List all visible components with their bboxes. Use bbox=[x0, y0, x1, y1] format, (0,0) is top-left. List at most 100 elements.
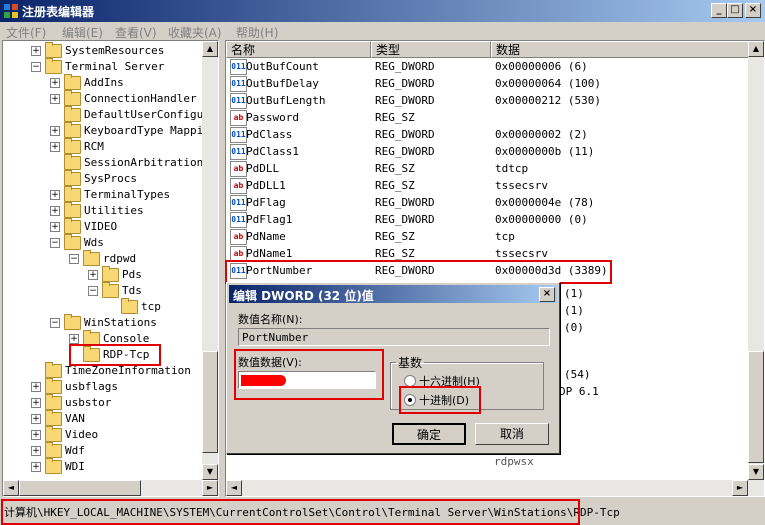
expand-icon[interactable]: + bbox=[50, 142, 60, 152]
value-row[interactable]: ab PdName1 REG_SZ tssecsrv bbox=[226, 245, 746, 262]
value-row[interactable]: ab PdDLL REG_SZ tdtcp bbox=[226, 160, 746, 177]
tree-item[interactable]: + TerminalTypes bbox=[3, 186, 201, 203]
scroll-left-icon[interactable]: ◄ bbox=[226, 480, 242, 496]
expand-icon[interactable]: + bbox=[31, 446, 41, 456]
expand-icon[interactable]: + bbox=[31, 462, 41, 472]
tree-item[interactable]: + Pds bbox=[3, 266, 201, 283]
expand-icon[interactable]: + bbox=[31, 46, 41, 56]
tree-item[interactable]: + usbflags bbox=[3, 378, 201, 395]
ok-button[interactable]: 确定 bbox=[392, 423, 466, 445]
value-row[interactable]: 011 OutBufLength REG_DWORD 0x00000212 (530) bbox=[226, 92, 746, 109]
value-row[interactable]: 011 PortNumber REG_DWORD 0x00000d3d (3389) bbox=[226, 262, 746, 279]
hex-label[interactable]: 十六进制(H) bbox=[419, 373, 480, 389]
minimize-button[interactable]: _ bbox=[711, 3, 727, 18]
scroll-up-icon[interactable]: ▲ bbox=[202, 41, 218, 57]
key-tree[interactable]: + SystemResources − Terminal Server + AddIns +… bbox=[2, 40, 219, 497]
expand-icon[interactable]: + bbox=[50, 78, 60, 88]
scroll-right-icon[interactable]: ► bbox=[202, 480, 218, 496]
expand-icon[interactable]: + bbox=[50, 222, 60, 232]
tree-item[interactable]: DefaultUserConfigur bbox=[3, 106, 210, 123]
expand-icon[interactable]: + bbox=[50, 94, 60, 104]
value-row[interactable]: 011 OutBufDelay REG_DWORD 0x00000064 (100) bbox=[226, 75, 746, 92]
tree-item[interactable]: + Console bbox=[3, 330, 201, 347]
hex-radio[interactable] bbox=[404, 375, 416, 387]
folder-icon bbox=[45, 42, 62, 58]
tree-item[interactable]: + AddIns bbox=[3, 74, 201, 91]
expand-icon[interactable]: + bbox=[88, 270, 98, 280]
tree-item[interactable]: tcp bbox=[3, 298, 201, 315]
tree-item[interactable]: − Tds bbox=[3, 282, 201, 299]
tree-item[interactable]: + Video bbox=[3, 426, 201, 443]
value-row[interactable]: 011 PdFlag1 REG_DWORD 0x00000000 (0) bbox=[226, 211, 746, 228]
tree-item[interactable]: + WDI bbox=[3, 458, 201, 475]
scroll-up-icon[interactable]: ▲ bbox=[748, 41, 764, 57]
scroll-thumb-h[interactable] bbox=[19, 480, 141, 496]
value-name: PdDLL1 bbox=[246, 179, 286, 192]
column-header-name[interactable]: 名称 bbox=[226, 41, 371, 58]
decimal-radio[interactable] bbox=[404, 394, 416, 406]
value-row[interactable]: 011 PdFlag REG_DWORD 0x0000004e (78) bbox=[226, 194, 746, 211]
collapse-icon[interactable]: − bbox=[31, 62, 41, 72]
value-row[interactable]: ab PdName REG_SZ tcp bbox=[226, 228, 746, 245]
value-row[interactable]: ab Password REG_SZ bbox=[226, 109, 746, 126]
column-header-data[interactable]: 数据 bbox=[491, 41, 749, 58]
tree-item[interactable]: + VIDEO bbox=[3, 218, 201, 235]
value-row[interactable]: 011 OutBufCount REG_DWORD 0x00000006 (6) bbox=[226, 58, 746, 75]
tree-item[interactable]: + Wdf bbox=[3, 442, 201, 459]
tree-item[interactable]: − rdpwd bbox=[3, 250, 201, 267]
collapse-icon[interactable]: − bbox=[50, 238, 60, 248]
scroll-thumb[interactable] bbox=[202, 351, 218, 453]
scroll-down-icon[interactable]: ▼ bbox=[202, 464, 218, 480]
tree-item[interactable]: + KeyboardType Mappin bbox=[3, 122, 210, 139]
tree-item[interactable]: − WinStations bbox=[3, 314, 201, 331]
scroll-right-icon[interactable]: ► bbox=[732, 480, 748, 496]
tree-item[interactable]: + VAN bbox=[3, 410, 201, 427]
tree-horizontal-scrollbar[interactable]: ◄ ► bbox=[3, 480, 218, 496]
collapse-icon[interactable]: − bbox=[69, 254, 79, 264]
expand-icon[interactable]: + bbox=[50, 126, 60, 136]
expand-icon[interactable]: + bbox=[50, 206, 60, 216]
tree-item[interactable]: TimeZoneInformation bbox=[3, 362, 201, 379]
menu-edit[interactable]: 编辑(E) bbox=[62, 24, 103, 41]
decimal-label[interactable]: 十进制(D) bbox=[419, 392, 469, 408]
value-data-input[interactable] bbox=[238, 371, 376, 389]
menu-favorites[interactable]: 收藏夹(A) bbox=[168, 24, 222, 41]
tree-item[interactable]: + Utilities bbox=[3, 202, 201, 219]
tree-item[interactable]: + RCM bbox=[3, 138, 201, 155]
maximize-button[interactable]: □ bbox=[727, 3, 743, 18]
column-header-type[interactable]: 类型 bbox=[371, 41, 491, 58]
expand-icon[interactable]: + bbox=[31, 398, 41, 408]
tree-item-label: RDP-Tcp bbox=[103, 348, 150, 361]
value-row[interactable]: 011 PdClass1 REG_DWORD 0x0000000b (11) bbox=[226, 143, 746, 160]
dialog-close-button[interactable]: × bbox=[539, 287, 555, 302]
value-row[interactable]: 011 PdClass REG_DWORD 0x00000002 (2) bbox=[226, 126, 746, 143]
cancel-button[interactable]: 取消 bbox=[475, 423, 549, 445]
tree-item[interactable]: − Wds bbox=[3, 234, 201, 251]
tree-item[interactable]: RDP-Tcp bbox=[3, 346, 201, 363]
value-row[interactable]: ab PdDLL1 REG_SZ tssecsrv bbox=[226, 177, 746, 194]
tree-item[interactable]: + ConnectionHandler bbox=[3, 90, 201, 107]
value-name: OutBufDelay bbox=[246, 77, 319, 90]
collapse-icon[interactable]: − bbox=[50, 318, 60, 328]
menu-file[interactable]: 文件(F) bbox=[6, 24, 46, 41]
tree-item[interactable]: + SystemResources bbox=[3, 42, 201, 59]
close-button[interactable]: × bbox=[745, 3, 761, 18]
tree-item[interactable]: − Terminal Server bbox=[3, 58, 201, 75]
expand-icon[interactable]: + bbox=[50, 190, 60, 200]
expand-icon[interactable]: + bbox=[31, 430, 41, 440]
list-vertical-scrollbar[interactable]: ▲ ▼ bbox=[748, 41, 764, 480]
scroll-down-icon[interactable]: ▼ bbox=[748, 464, 764, 480]
tree-item[interactable]: SessionArbitrationH bbox=[3, 154, 210, 171]
collapse-icon[interactable]: − bbox=[88, 286, 98, 296]
menu-help[interactable]: 帮助(H) bbox=[236, 24, 278, 41]
expand-icon[interactable]: + bbox=[31, 414, 41, 424]
tree-item[interactable]: SysProcs bbox=[3, 170, 201, 187]
scroll-left-icon[interactable]: ◄ bbox=[3, 480, 19, 496]
scroll-thumb[interactable] bbox=[748, 351, 764, 463]
menu-view[interactable]: 查看(V) bbox=[115, 24, 157, 41]
list-horizontal-scrollbar[interactable]: ◄ ► bbox=[226, 480, 764, 496]
tree-vertical-scrollbar[interactable]: ▲ ▼ bbox=[202, 41, 218, 480]
tree-item[interactable]: + usbstor bbox=[3, 394, 201, 411]
expand-icon[interactable]: + bbox=[69, 334, 79, 344]
expand-icon[interactable]: + bbox=[31, 382, 41, 392]
